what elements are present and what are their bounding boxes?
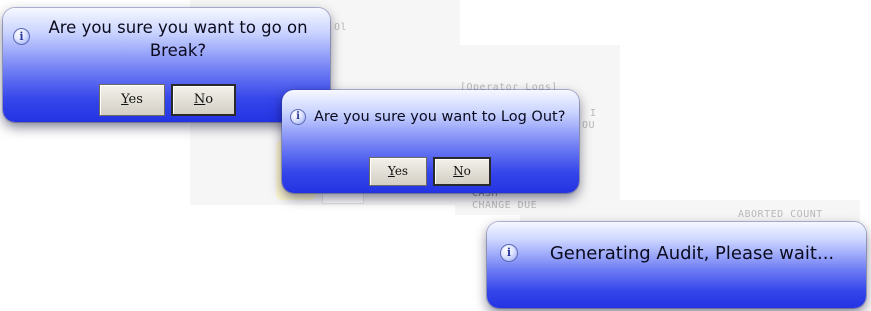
yes-button[interactable]: Yes	[369, 157, 427, 186]
info-icon: i	[500, 244, 518, 262]
break-confirm-dialog: i Are you sure you want to go on Break? …	[3, 8, 330, 122]
button-label: es	[128, 92, 143, 107]
background-text: OU	[582, 120, 596, 131]
button-label: es	[394, 164, 409, 178]
button-label: o	[205, 92, 214, 107]
button-label: o	[463, 164, 471, 178]
background-text: Ol	[334, 22, 348, 33]
button-accelerator: Y	[387, 164, 395, 178]
yes-button[interactable]: Yes	[99, 84, 165, 116]
button-accelerator: N	[453, 164, 464, 178]
no-button[interactable]: No	[171, 84, 236, 116]
background-text: I	[590, 108, 597, 119]
dialog-message: Are you sure you want to go on Break?	[48, 18, 308, 60]
background-text: ABORTED COUNT	[738, 209, 823, 220]
logout-confirm-dialog: i Are you sure you want to Log Out? Yes …	[282, 90, 579, 193]
dialog-message: Are you sure you want to Log Out?	[314, 109, 566, 125]
no-button[interactable]: No	[433, 157, 491, 186]
dialog-message: Generating Audit, Please wait...	[549, 243, 835, 264]
info-icon: i	[290, 109, 306, 125]
audit-progress-dialog: i Generating Audit, Please wait...	[487, 222, 866, 308]
button-accelerator: Y	[121, 92, 129, 107]
info-icon: i	[13, 28, 30, 45]
button-accelerator: N	[193, 92, 206, 107]
background-text: CHANGE DUE	[472, 200, 538, 211]
